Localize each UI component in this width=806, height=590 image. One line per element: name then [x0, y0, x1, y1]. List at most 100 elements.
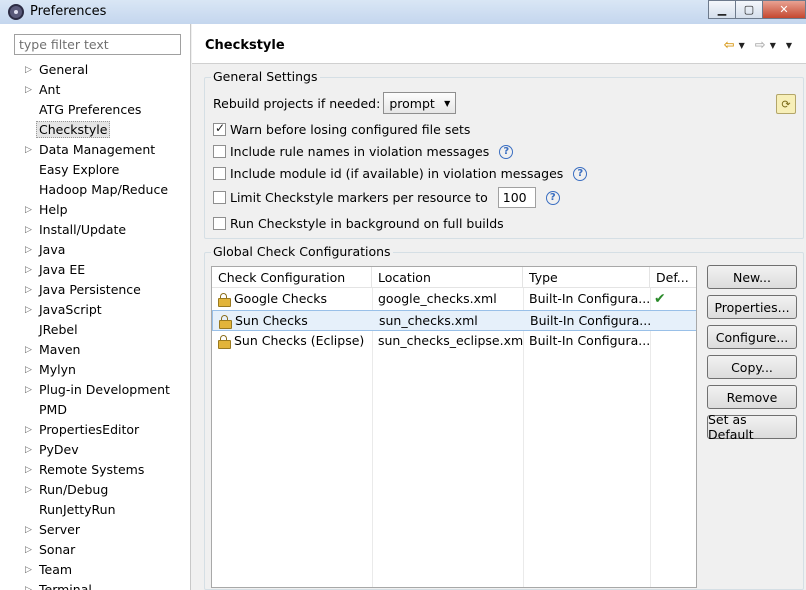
- tree-item-label: Easy Explore: [39, 162, 120, 177]
- help-icon[interactable]: ?: [499, 144, 514, 159]
- remove-button[interactable]: Remove: [707, 385, 797, 409]
- maximize-button[interactable]: ▢: [735, 0, 763, 19]
- expand-arrow-icon[interactable]: ▷: [25, 220, 32, 240]
- tree-item[interactable]: ▷ JavaScript: [0, 300, 190, 320]
- background-label: Run Checkstyle in background on full bui…: [230, 216, 504, 231]
- filter-input[interactable]: [14, 34, 181, 55]
- expand-arrow-icon[interactable]: ▷: [25, 580, 32, 590]
- expand-arrow-icon[interactable]: ▷: [25, 560, 32, 580]
- tree-item[interactable]: ATG Preferences: [0, 100, 190, 120]
- tree-item[interactable]: ▷ Java EE: [0, 260, 190, 280]
- properties-button[interactable]: Properties...: [707, 295, 797, 319]
- forward-history-dropdown-icon[interactable]: ▼: [770, 41, 776, 50]
- column-header-location[interactable]: Location: [372, 267, 523, 288]
- back-arrow-icon[interactable]: ⇦: [724, 38, 735, 53]
- refresh-button[interactable]: ⟳: [776, 94, 796, 114]
- expand-arrow-icon[interactable]: ▷: [25, 380, 32, 400]
- help-icon[interactable]: ?: [545, 190, 560, 205]
- back-history-dropdown-icon[interactable]: ▼: [739, 41, 745, 50]
- expand-arrow-icon[interactable]: ▷: [25, 80, 32, 100]
- expand-arrow-icon[interactable]: ▷: [25, 280, 32, 300]
- expand-arrow-icon[interactable]: ▷: [25, 460, 32, 480]
- table-row[interactable]: Sun Checks (Eclipse) sun_checks_eclipse.…: [212, 331, 696, 352]
- tree-item[interactable]: ▷ Team: [0, 560, 190, 580]
- tree-item-label: Server: [39, 522, 80, 537]
- warn-checkbox[interactable]: [213, 121, 226, 136]
- tree-item[interactable]: PMD: [0, 400, 190, 420]
- expand-arrow-icon[interactable]: ▷: [25, 340, 32, 360]
- tree-item[interactable]: ▷ Ant: [0, 80, 190, 100]
- tree-item[interactable]: ▷ Run/Debug: [0, 480, 190, 500]
- column-header-check-configuration[interactable]: Check Configuration: [212, 267, 372, 288]
- tree-item[interactable]: ▷ Terminal: [0, 580, 190, 590]
- help-icon[interactable]: ?: [573, 166, 588, 181]
- tree-item[interactable]: ▷ Server: [0, 520, 190, 540]
- check-configurations-table[interactable]: Check Configuration Location Type Def...…: [211, 266, 697, 588]
- module-id-checkbox[interactable]: [213, 167, 226, 180]
- tree-item[interactable]: ▷ Remote Systems: [0, 460, 190, 480]
- tree-item[interactable]: RunJettyRun: [0, 500, 190, 520]
- tree-item[interactable]: Hadoop Map/Reduce: [0, 180, 190, 200]
- view-menu-dropdown-icon[interactable]: ▼: [786, 41, 792, 50]
- option-limit-markers-row[interactable]: Limit Checkstyle markers per resource to…: [213, 187, 560, 208]
- expand-arrow-icon[interactable]: ▷: [25, 360, 32, 380]
- expand-arrow-icon[interactable]: ▷: [25, 60, 32, 80]
- tree-item[interactable]: ▷ PropertiesEditor: [0, 420, 190, 440]
- new-button[interactable]: New...: [707, 265, 797, 289]
- option-rule-names-row[interactable]: Include rule names in violation messages…: [213, 144, 514, 159]
- tree-item[interactable]: ▷ PyDev: [0, 440, 190, 460]
- expand-arrow-icon[interactable]: ▷: [25, 440, 32, 460]
- tree-item[interactable]: Easy Explore: [0, 160, 190, 180]
- preferences-tree-pane: ▷General▷AntATG PreferencesCheckstyle▷Da…: [0, 24, 191, 590]
- table-row[interactable]: Google Checks google_checks.xml Built-In…: [212, 289, 696, 310]
- option-module-id-row[interactable]: Include module id (if available) in viol…: [213, 166, 588, 181]
- tree-item-label: JavaScript: [39, 302, 102, 317]
- expand-arrow-icon[interactable]: ▷: [25, 520, 32, 540]
- rebuild-row: Rebuild projects if needed: prompt ▼: [213, 92, 457, 114]
- tree-item[interactable]: ▷ Help: [0, 200, 190, 220]
- expand-arrow-icon[interactable]: ▷: [25, 420, 32, 440]
- minimize-button[interactable]: ▁: [708, 0, 736, 19]
- tree-item-label: Install/Update: [39, 222, 127, 237]
- tree-item[interactable]: Checkstyle: [0, 120, 190, 140]
- table-row[interactable]: Sun Checks sun_checks.xml Built-In Confi…: [212, 310, 696, 331]
- expand-arrow-icon[interactable]: ▷: [25, 300, 32, 320]
- expand-arrow-icon[interactable]: ▷: [25, 480, 32, 500]
- limit-markers-checkbox[interactable]: [213, 191, 226, 204]
- column-header-type[interactable]: Type: [523, 267, 650, 288]
- tree-item[interactable]: ▷ Sonar: [0, 540, 190, 560]
- tree-item[interactable]: ▷ Install/Update: [0, 220, 190, 240]
- rule-names-checkbox[interactable]: [213, 145, 226, 158]
- set-as-default-button[interactable]: Set as Default: [707, 412, 797, 442]
- rebuild-select[interactable]: prompt ▼: [383, 92, 457, 114]
- column-header-default[interactable]: Def...: [650, 267, 696, 288]
- rebuild-label: Rebuild projects if needed:: [213, 95, 381, 111]
- option-background-row[interactable]: Run Checkstyle in background on full bui…: [213, 216, 504, 231]
- tree-item-label: Java EE: [39, 262, 86, 277]
- tree-item[interactable]: ▷ Plug-in Development: [0, 380, 190, 400]
- expand-arrow-icon[interactable]: ▷: [25, 260, 32, 280]
- rebuild-select-value: prompt: [389, 95, 435, 111]
- checkstyle-page: Checkstyle ⇦ ▼ ⇨ ▼ ▼ General Settings Re…: [192, 24, 806, 590]
- expand-arrow-icon[interactable]: ▷: [25, 540, 32, 560]
- tree-item[interactable]: ▷ Mylyn: [0, 360, 190, 380]
- tree-item[interactable]: ▷ General: [0, 60, 190, 80]
- background-checkbox[interactable]: [213, 217, 226, 230]
- expand-arrow-icon[interactable]: ▷: [25, 240, 32, 260]
- copy-button[interactable]: Copy...: [707, 355, 797, 379]
- tree-item[interactable]: JRebel: [0, 320, 190, 340]
- expand-arrow-icon[interactable]: ▷: [25, 140, 32, 160]
- tree-item[interactable]: ▷ Java Persistence: [0, 280, 190, 300]
- tree-item-label: Plug-in Development: [39, 382, 170, 397]
- tree-item[interactable]: ▷ Java: [0, 240, 190, 260]
- expand-arrow-icon[interactable]: ▷: [25, 200, 32, 220]
- tree-item[interactable]: ▷ Data Management: [0, 140, 190, 160]
- config-type-cell: Built-In Configura...: [529, 333, 650, 348]
- option-warn-row[interactable]: Warn before losing configured file sets: [213, 121, 470, 137]
- tree-item-label: RunJettyRun: [39, 502, 116, 517]
- marker-limit-input[interactable]: [497, 187, 536, 208]
- configure-button[interactable]: Configure...: [707, 325, 797, 349]
- close-button[interactable]: ✕: [762, 0, 806, 19]
- forward-arrow-icon[interactable]: ⇨: [755, 38, 766, 53]
- tree-item[interactable]: ▷ Maven: [0, 340, 190, 360]
